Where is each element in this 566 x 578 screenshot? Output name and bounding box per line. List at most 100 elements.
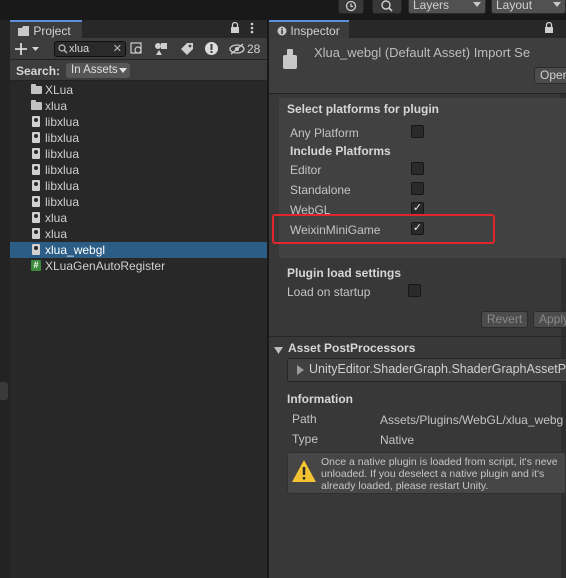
history-button[interactable] — [338, 0, 364, 14]
item-label: xlua — [45, 99, 68, 113]
item-label: XLuaGenAutoRegister — [45, 259, 166, 273]
project-tab-label: Project — [33, 24, 71, 38]
load-settings-heading: Plugin load settings — [287, 266, 402, 280]
load-on-startup-checkbox[interactable] — [408, 284, 421, 297]
search-icon — [58, 44, 68, 54]
plugin-file-icon — [32, 244, 40, 255]
information-heading: Information — [287, 392, 353, 406]
plugin-file-icon — [32, 116, 40, 127]
plugin-file-icon — [32, 180, 40, 191]
left-panel-edge — [0, 20, 10, 578]
warning-line-1: Once a native plugin is loaded from scri… — [321, 456, 558, 468]
search-value: xlua — [69, 43, 90, 55]
list-item[interactable]: xlua — [10, 210, 267, 226]
search-toolbar-button[interactable] — [372, 0, 402, 14]
search-input[interactable]: xlua ✕ — [54, 41, 126, 57]
item-label: libxlua — [45, 195, 80, 209]
platform-standalone-label: Standalone — [290, 183, 351, 197]
plugin-file-icon — [32, 148, 40, 159]
folder-icon — [31, 84, 42, 94]
warning-line-2: unloaded. If you deselect a native plugi… — [321, 468, 545, 480]
hidden-items-icon[interactable] — [229, 42, 245, 59]
create-button[interactable] — [15, 42, 43, 56]
list-item[interactable]: xlua — [10, 226, 267, 242]
tab-project[interactable]: Project — [10, 20, 82, 40]
item-label: xlua_webgl — [45, 243, 106, 257]
collapsed-panel-handle[interactable] — [0, 382, 8, 400]
platform-editor-checkbox[interactable] — [411, 162, 424, 175]
list-item[interactable]: libxlua — [10, 162, 267, 178]
warning-line-3: already loaded, please restart Unity. — [321, 480, 489, 492]
folder-icon — [31, 100, 42, 110]
folder-icon — [18, 26, 29, 36]
layout-dropdown[interactable]: Layout — [491, 0, 566, 14]
list-item[interactable]: # XLuaGenAutoRegister — [10, 258, 267, 274]
item-label: libxlua — [45, 131, 80, 145]
plugin-asset-icon — [281, 46, 299, 75]
plugin-file-icon — [32, 212, 40, 223]
any-platform-checkbox[interactable] — [411, 125, 424, 138]
item-label: libxlua — [45, 179, 80, 193]
item-label: XLua — [45, 83, 74, 97]
open-button[interactable]: Oper — [534, 67, 566, 84]
filter-by-type-icon[interactable] — [154, 42, 168, 59]
list-item[interactable]: libxlua — [10, 130, 267, 146]
search-by-type-icon[interactable] — [130, 42, 144, 59]
item-label: libxlua — [45, 163, 80, 177]
warning-filter-icon[interactable] — [204, 41, 219, 59]
tag-icon[interactable] — [180, 42, 194, 59]
foldout-expanded-icon[interactable] — [274, 344, 283, 358]
any-platform-label: Any Platform — [290, 126, 359, 140]
item-label: xlua — [45, 227, 68, 241]
list-item-selected[interactable]: xlua_webgl — [10, 242, 267, 258]
plugin-file-icon — [32, 228, 40, 239]
lock-icon[interactable] — [230, 21, 240, 37]
chevron-down-icon — [553, 2, 561, 7]
visible-count: 28 — [247, 42, 261, 56]
list-item[interactable]: libxlua — [10, 194, 267, 210]
search-icon — [381, 0, 393, 12]
plugin-file-icon — [32, 132, 40, 143]
chevron-down-icon — [473, 2, 481, 7]
path-value: Assets/Plugins/WebGL/xlua_webg — [380, 413, 564, 427]
platform-editor-label: Editor — [290, 163, 322, 177]
plugin-file-icon — [32, 196, 40, 207]
include-platforms-heading: Include Platforms — [290, 144, 391, 158]
foldout-collapsed-icon[interactable] — [297, 364, 304, 378]
type-value: Native — [380, 433, 415, 447]
asset-title: Xlua_webgl (Default Asset) Import Se — [314, 45, 531, 60]
list-item[interactable]: libxlua — [10, 178, 267, 194]
revert-button[interactable]: Revert — [481, 311, 528, 328]
annotation-highlight-box — [272, 214, 495, 244]
layers-dropdown[interactable]: Layers — [408, 0, 486, 14]
postprocessors-heading[interactable]: Asset PostProcessors — [288, 341, 415, 355]
item-label: xlua — [45, 211, 68, 225]
panel-menu-icon[interactable] — [250, 22, 254, 37]
separator — [269, 336, 566, 337]
lock-icon[interactable] — [544, 21, 554, 37]
search-scope-dropdown[interactable]: In Assets — [66, 63, 130, 78]
item-label: libxlua — [45, 147, 80, 161]
item-label: libxlua — [45, 115, 80, 129]
platform-standalone-checkbox[interactable] — [411, 182, 424, 195]
list-item[interactable]: libxlua — [10, 146, 267, 162]
search-label: Search: — [16, 64, 61, 78]
plus-icon — [15, 43, 39, 55]
inspector-tab-label: Inspector — [290, 24, 340, 38]
type-label: Type — [292, 432, 319, 446]
history-icon — [345, 0, 357, 12]
layers-label: Layers — [413, 0, 450, 12]
apply-button[interactable]: Apply — [533, 311, 566, 328]
list-item[interactable]: xlua — [10, 98, 267, 114]
postprocessor-item: UnityEditor.ShaderGraph.ShaderGraphAsset… — [309, 362, 566, 376]
list-item[interactable]: XLua — [10, 82, 267, 98]
clear-search-icon[interactable]: ✕ — [113, 42, 122, 56]
list-item[interactable]: libxlua — [10, 114, 267, 130]
plugin-file-icon — [32, 164, 40, 175]
tab-inspector[interactable]: Inspector — [269, 20, 349, 40]
scope-label: In Assets — [71, 64, 118, 76]
info-icon — [277, 26, 287, 36]
path-label: Path — [292, 412, 317, 426]
chevron-down-icon — [118, 68, 127, 73]
warning-icon — [291, 459, 317, 486]
